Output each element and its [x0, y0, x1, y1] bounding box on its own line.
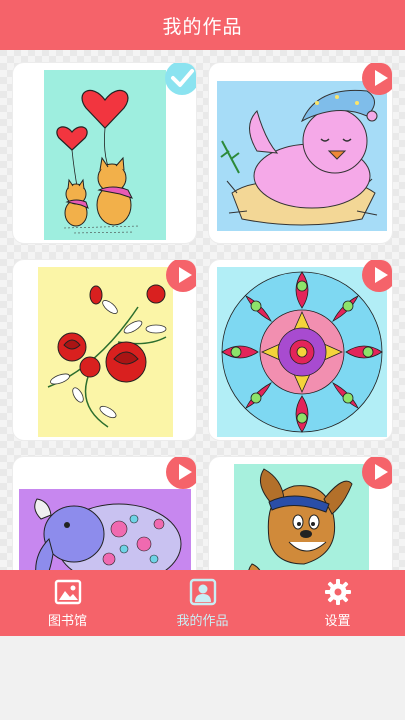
play-icon[interactable]: [165, 457, 196, 490]
nav-item-label: 设置: [324, 613, 351, 629]
artwork-card-bird[interactable]: [208, 62, 393, 244]
artwork-thumbnail: [234, 464, 369, 570]
artwork-card-mandala[interactable]: [208, 259, 393, 441]
artwork-card-dog[interactable]: [208, 456, 393, 570]
nav-item-label: 图书馆: [47, 613, 87, 629]
bottom-spacer: [0, 636, 405, 720]
page-title: 我的作品: [162, 15, 243, 38]
artwork-thumbnail: [19, 489, 191, 570]
portrait-icon: [189, 578, 216, 605]
play-icon[interactable]: [361, 260, 392, 293]
artwork-card-elephant[interactable]: [12, 456, 197, 570]
completed-check-icon: [164, 63, 196, 96]
artwork-card-roses[interactable]: [12, 259, 197, 441]
works-grid: [0, 50, 405, 570]
nav-item-settings[interactable]: 设置: [270, 570, 405, 636]
play-icon[interactable]: [361, 63, 392, 96]
nav-item-library[interactable]: 图书馆: [0, 570, 135, 636]
artwork-thumbnail: [44, 70, 166, 240]
play-icon[interactable]: [165, 260, 196, 293]
nav-item-my-works[interactable]: 我的作品: [135, 570, 270, 636]
artwork-card-cats[interactable]: [12, 62, 197, 244]
app-header: 我的作品: [0, 0, 405, 50]
gear-icon: [324, 578, 351, 605]
image-icon: [54, 579, 81, 604]
bottom-nav: 图书馆 我的作品 设置: [0, 570, 405, 636]
artwork-thumbnail: [38, 267, 173, 437]
play-icon[interactable]: [361, 457, 392, 490]
artwork-thumbnail: [217, 81, 387, 231]
nav-item-label: 我的作品: [176, 613, 229, 629]
